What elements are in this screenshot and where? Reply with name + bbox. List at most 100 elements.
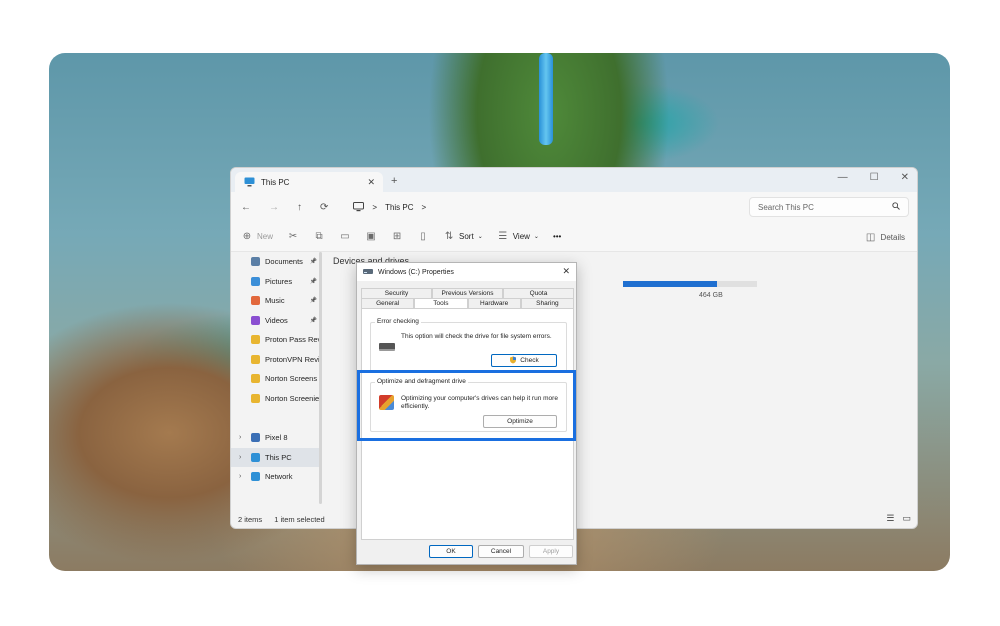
folder-icon	[251, 257, 260, 267]
details-pane-button[interactable]: ◫ Details	[865, 231, 905, 243]
folder-icon	[251, 276, 260, 286]
folder-icon	[251, 354, 260, 364]
check-button[interactable]: Check	[491, 354, 557, 367]
navigation-pane: Documents 📌 Pictures 📌 Music 📌 Videos 📌 Proton P…	[231, 252, 321, 508]
search-icon	[892, 202, 900, 212]
chevron-down-icon: ⌄	[533, 234, 539, 240]
more-options-button[interactable]: •••	[553, 232, 561, 241]
pin-icon: 📌	[309, 298, 317, 305]
sidebar-item[interactable]: Documents 📌	[231, 252, 321, 272]
dialog-footer: OK Cancel Apply	[357, 540, 576, 564]
drive-usage-bar	[623, 281, 757, 287]
plus-circle-icon: ⊕	[242, 231, 252, 242]
window-controls: — ☐ ✕	[838, 172, 909, 183]
copy-icon[interactable]: ⧉	[313, 231, 325, 243]
sidebar-scrollbar[interactable]	[319, 252, 322, 504]
status-item-count: 2 items	[238, 514, 263, 524]
tab-quota[interactable]: Quota	[503, 288, 574, 298]
dialog-tabs: Security Previous Versions Quota General…	[361, 288, 574, 308]
search-placeholder: Search This PC	[758, 202, 814, 212]
sort-icon: ⇅	[444, 231, 454, 242]
breadcrumb-chevron[interactable]: >	[422, 203, 427, 212]
status-selected-count: 1 item selected	[274, 514, 325, 524]
sort-button[interactable]: ⇅ Sort ⌄	[443, 231, 483, 243]
sidebar-item[interactable]: ProtonVPN Revi	[231, 350, 321, 370]
refresh-button[interactable]: ⟳	[320, 202, 328, 213]
details-label: Details	[880, 232, 905, 242]
pin-icon: 📌	[309, 317, 317, 324]
tab-label: This PC	[261, 177, 290, 187]
chevron-right-icon[interactable]: ›	[239, 454, 241, 461]
tab-security[interactable]: Security	[361, 288, 432, 298]
delete-icon[interactable]: ▯	[417, 231, 429, 243]
dialog-title: Windows (C:) Properties	[378, 268, 454, 276]
sidebar-item-label: Norton Screenie	[265, 393, 320, 403]
rename-icon[interactable]: ▣	[365, 231, 377, 243]
tab-hardware[interactable]: Hardware	[467, 298, 521, 308]
pin-icon: 📌	[309, 259, 317, 266]
breadcrumb-this-pc[interactable]: This PC	[385, 203, 413, 212]
folder-icon	[251, 296, 260, 306]
share-icon[interactable]: ⊞	[391, 231, 403, 243]
sort-label: Sort	[459, 232, 474, 241]
sidebar-item[interactable]: Proton Pass Rev	[231, 330, 321, 350]
tiles-view-icon[interactable]: ▭	[902, 513, 911, 524]
sidebar-item[interactable]: Videos 📌	[231, 311, 321, 331]
wallpaper-fish-fin	[539, 53, 553, 145]
cut-icon[interactable]: ✂	[287, 231, 299, 243]
sidebar-item-label: Documents	[265, 257, 303, 267]
new-tab-button[interactable]: +	[391, 175, 397, 187]
dialog-title-bar: Windows (C:) Properties ✕	[357, 263, 576, 281]
close-window-button[interactable]: ✕	[901, 172, 909, 183]
tab-tools[interactable]: Tools	[414, 298, 468, 308]
forward-button[interactable]: →	[269, 202, 279, 213]
shield-icon	[509, 356, 517, 366]
sidebar-item-label: Network	[265, 472, 293, 482]
tab-close-icon[interactable]: ✕	[367, 177, 375, 188]
tab-previous-versions[interactable]: Previous Versions	[432, 288, 503, 298]
dialog-close-button[interactable]: ✕	[562, 266, 570, 277]
tab-sharing[interactable]: Sharing	[520, 298, 574, 308]
ok-button[interactable]: OK	[429, 545, 473, 558]
details-view-icon[interactable]: ☰	[886, 513, 894, 524]
view-icon: ☰	[498, 231, 508, 242]
sidebar-item[interactable]: Pictures 📌	[231, 272, 321, 292]
minimize-button[interactable]: —	[838, 172, 848, 183]
apply-button[interactable]: Apply	[529, 545, 573, 558]
sidebar-item[interactable]: Norton Screens	[231, 369, 321, 389]
error-checking-description: This option will check the drive for fil…	[401, 333, 552, 340]
view-label: View	[512, 232, 530, 241]
back-button[interactable]: ←	[241, 202, 251, 213]
sidebar-item-label: ProtonVPN Revi	[265, 354, 320, 364]
chevron-right-icon[interactable]: ›	[239, 434, 241, 441]
highlight-box	[357, 370, 576, 441]
new-button[interactable]: ⊕ New	[241, 231, 273, 243]
tab-this-pc[interactable]: This PC ✕	[235, 172, 383, 192]
sidebar-item[interactable]: › Pixel 8	[231, 428, 321, 448]
paste-icon[interactable]: ▭	[339, 231, 351, 243]
navigation-bar: ← → ↑ ⟳ > This PC > Search This PC	[231, 192, 917, 222]
up-button[interactable]: ↑	[297, 202, 302, 213]
ok-label: OK	[446, 548, 456, 555]
chevron-down-icon: ⌄	[477, 234, 483, 240]
chevron-right-icon[interactable]: ›	[239, 473, 241, 480]
folder-icon	[251, 315, 260, 325]
sidebar-item-label: Proton Pass Rev	[265, 335, 321, 345]
details-pane-icon: ◫	[865, 231, 876, 243]
sidebar-item[interactable]: Music 📌	[231, 291, 321, 311]
folder-icon	[251, 452, 260, 462]
view-button[interactable]: ☰ View ⌄	[497, 231, 539, 243]
sidebar-item[interactable]: › This PC	[231, 447, 321, 467]
hard-drive-icon	[379, 343, 395, 351]
folder-icon	[251, 374, 260, 384]
sidebar-item-label: Pixel 8	[265, 433, 288, 443]
address-bar[interactable]: > This PC >	[352, 201, 426, 213]
sidebar-item[interactable]: Norton Screenie	[231, 389, 321, 409]
folder-icon	[251, 472, 260, 482]
cancel-button[interactable]: Cancel	[478, 545, 524, 558]
apply-label: Apply	[542, 548, 560, 555]
maximize-button[interactable]: ☐	[870, 172, 879, 183]
sidebar-item[interactable]: › Network	[231, 467, 321, 487]
tab-general[interactable]: General	[361, 298, 415, 308]
search-input[interactable]: Search This PC	[749, 197, 909, 217]
